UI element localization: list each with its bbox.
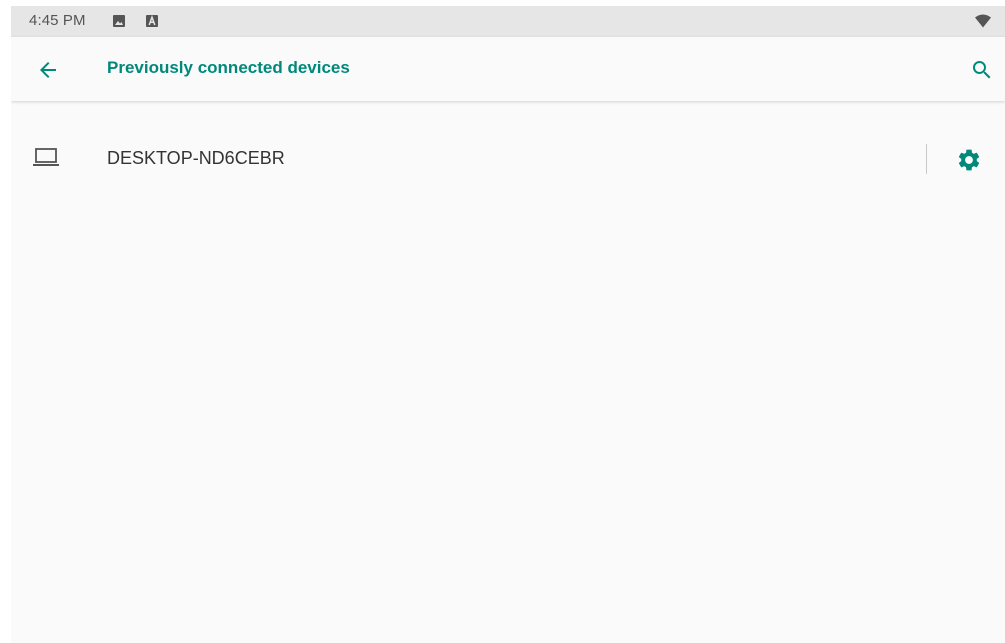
image-notification-icon: [113, 15, 125, 27]
device-settings-button[interactable]: [951, 142, 987, 178]
back-button[interactable]: [31, 53, 65, 87]
search-button[interactable]: [965, 53, 999, 87]
gear-icon: [958, 149, 980, 171]
device-row[interactable]: DESKTOP-ND6CEBR: [11, 124, 1005, 192]
arrow-back-icon: [40, 62, 56, 78]
toolbar: Previously connected devices: [11, 37, 1005, 101]
screen: 4:45 PM Previously connected devices DES…: [11, 6, 1005, 643]
status-time: 4:45 PM: [29, 12, 86, 29]
device-name: DESKTOP-ND6CEBR: [107, 148, 285, 168]
a-box-notification-icon: [146, 15, 158, 27]
search-icon: [973, 61, 991, 79]
wifi-icon: [975, 14, 991, 28]
row-divider: [926, 144, 927, 174]
page-title: Previously connected devices: [107, 58, 350, 77]
status-bar: 4:45 PM: [11, 6, 1005, 37]
laptop-icon: [33, 148, 59, 166]
